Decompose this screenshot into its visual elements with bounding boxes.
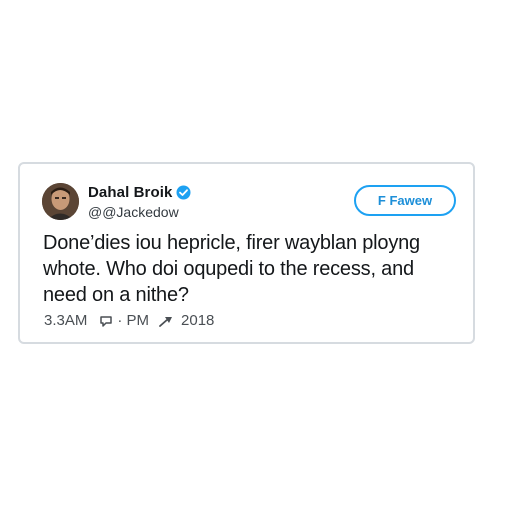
tweet-text: Done’dies iou hepricle, firer wayblan pl… [43, 232, 420, 306]
tweet-meta: 3.3AM · PM 2018 [44, 312, 214, 329]
verified-badge-icon [176, 185, 191, 200]
follow-button[interactable]: F Fawew [354, 185, 456, 216]
share-icon[interactable] [159, 314, 173, 328]
avatar[interactable] [42, 183, 79, 220]
reply-icon[interactable] [99, 314, 113, 328]
display-name[interactable]: Dahal Broik [88, 184, 172, 201]
tweet-time: 3.3AM [44, 312, 88, 329]
display-name-row: Dahal Broik [88, 184, 191, 201]
avatar-image [42, 183, 79, 220]
tweet-period: · PM [117, 312, 150, 329]
tweet-card: Dahal Broik @@Jackedow F Fawew Done’dies… [18, 162, 475, 344]
page: Dahal Broik @@Jackedow F Fawew Done’dies… [0, 0, 512, 512]
user-handle[interactable]: @@Jackedow [88, 204, 179, 220]
tweet-year: 2018 [181, 312, 215, 329]
